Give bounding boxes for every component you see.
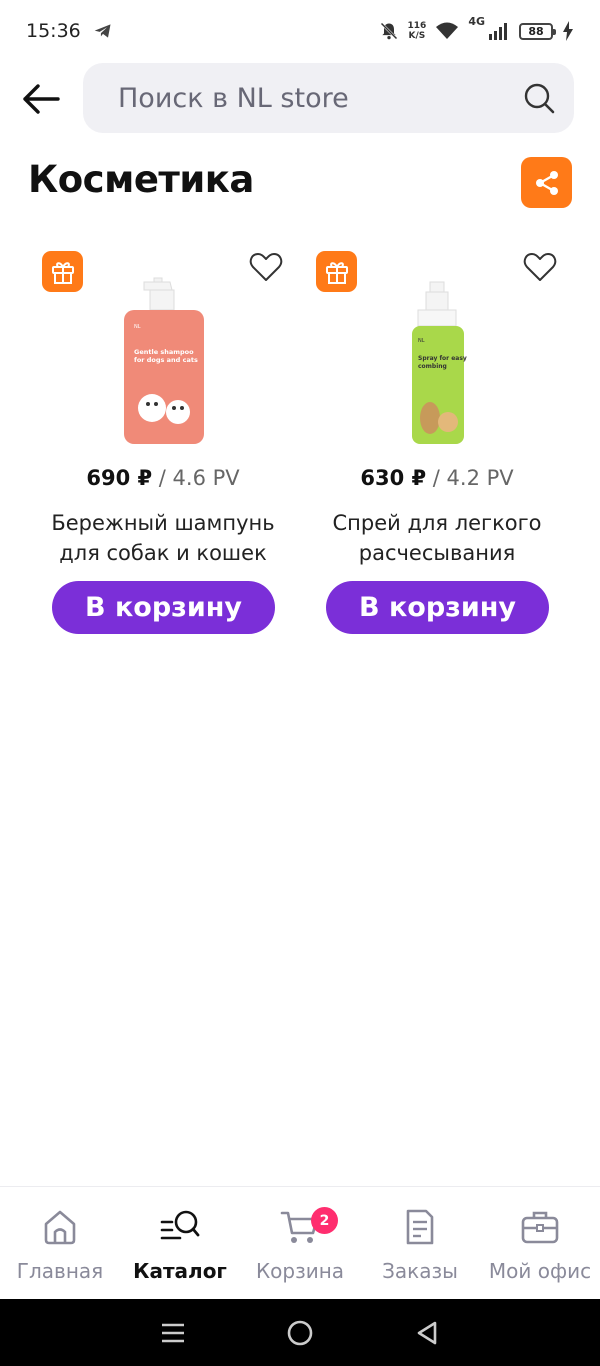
heart-icon: [249, 253, 283, 281]
product-price: 630 ₽: [360, 466, 427, 490]
circle-home-icon: [287, 1320, 313, 1345]
nav-item-orders[interactable]: Заказы: [360, 1187, 480, 1300]
add-to-cart-button[interactable]: В корзину: [52, 581, 275, 634]
product-name-line: расчесывания: [358, 541, 516, 565]
charging-icon: [563, 21, 573, 41]
product-name-line: для собак и кошек: [59, 541, 267, 565]
nav-item-cart[interactable]: 2 Корзина: [240, 1187, 360, 1300]
status-time: 15:36: [26, 20, 81, 42]
share-button[interactable]: [521, 157, 572, 208]
network-type: 4G: [468, 15, 485, 28]
header: [0, 62, 600, 134]
svg-text:NL: NL: [418, 338, 425, 344]
product-price: 690 ₽: [86, 466, 153, 490]
svg-text:combing: combing: [418, 363, 447, 370]
briefcase-icon: [521, 1211, 559, 1244]
svg-text:Spray for easy: Spray for easy: [418, 355, 467, 362]
add-to-cart-button[interactable]: В корзину: [326, 581, 549, 634]
nav-item-home[interactable]: Главная: [0, 1187, 120, 1300]
gift-icon: [325, 261, 348, 284]
product-name[interactable]: Спрей для легкого расчесывания: [300, 508, 574, 568]
search-bar[interactable]: [83, 63, 574, 133]
product-pv: / 4.2 PV: [426, 466, 514, 490]
product-pv: / 4.6 PV: [152, 466, 240, 490]
product-name-line: Бережный шампунь: [51, 511, 275, 535]
product-name-line: Спрей для легкого: [332, 511, 542, 535]
price-line: 690 ₽ / 4.6 PV: [26, 466, 300, 490]
battery-indicator: 88: [519, 22, 556, 40]
search-input[interactable]: [118, 82, 522, 114]
price-line: 630 ₽ / 4.2 PV: [300, 466, 574, 490]
bell-off-icon: [380, 22, 397, 40]
status-icons: 116 K/S 4G 88: [379, 15, 574, 41]
home-system-button[interactable]: [280, 1313, 320, 1353]
recent-apps-button[interactable]: [153, 1313, 193, 1353]
nav-label: Мой офис: [488, 1259, 592, 1283]
product-name[interactable]: Бережный шампунь для собак и кошек: [26, 508, 300, 568]
system-navigation-bar: [0, 1299, 600, 1366]
nav-label: Корзина: [255, 1259, 345, 1283]
spray-bottle-image: NL Spray for easy combing: [411, 281, 467, 444]
home-icon: [44, 1210, 76, 1245]
product-image[interactable]: NL Gentle shampoo for dogs and cats: [76, 276, 251, 446]
svg-text:NL: NL: [134, 324, 141, 330]
orders-icon: [406, 1209, 434, 1245]
gift-icon: [51, 261, 74, 284]
favorite-button[interactable]: [522, 250, 558, 284]
nav-item-my-office[interactable]: Мой офис: [480, 1187, 600, 1300]
triangle-back-icon: [417, 1321, 436, 1344]
product-image[interactable]: NL Spray for easy combing: [350, 276, 525, 446]
heart-icon: [523, 253, 557, 281]
nav-item-catalog[interactable]: Каталог: [120, 1187, 240, 1300]
svg-text:for dogs and cats: for dogs and cats: [134, 356, 198, 364]
network-speed: 116 K/S: [408, 21, 427, 41]
nav-label: Каталог: [133, 1259, 227, 1283]
signal-icon: [489, 23, 507, 40]
page-title: Косметика: [28, 158, 254, 201]
back-button[interactable]: [20, 80, 62, 118]
bottom-navigation: Главная Каталог 2 Корзина Заказы Мой офи…: [0, 1186, 600, 1299]
battery-level: 88: [528, 24, 544, 38]
catalog-search-icon: [160, 1210, 200, 1240]
share-icon: [535, 170, 558, 195]
back-system-button[interactable]: [407, 1313, 447, 1353]
favorite-button[interactable]: [248, 250, 284, 284]
telegram-icon: [94, 24, 111, 38]
nav-label: Заказы: [382, 1259, 458, 1283]
status-bar: 15:36 116 K/S 4G 88: [0, 0, 600, 62]
menu-icon: [162, 1323, 185, 1342]
arrow-left-icon: [23, 84, 60, 114]
network-speed-unit: K/S: [408, 31, 426, 41]
product-card[interactable]: NL Spray for easy combing 630 ₽ / 4.2 PV…: [300, 244, 574, 644]
nav-label: Главная: [16, 1259, 104, 1283]
cart-count-badge: 2: [311, 1207, 338, 1234]
shampoo-bottle-image: NL Gentle shampoo for dogs and cats: [123, 277, 204, 444]
svg-text:Gentle shampoo: Gentle shampoo: [134, 348, 194, 356]
wifi-icon: [436, 22, 459, 39]
product-card[interactable]: NL Gentle shampoo for dogs and cats 690 …: [26, 244, 300, 644]
network-speed-value: 116: [407, 21, 427, 31]
search-icon[interactable]: [522, 81, 556, 115]
